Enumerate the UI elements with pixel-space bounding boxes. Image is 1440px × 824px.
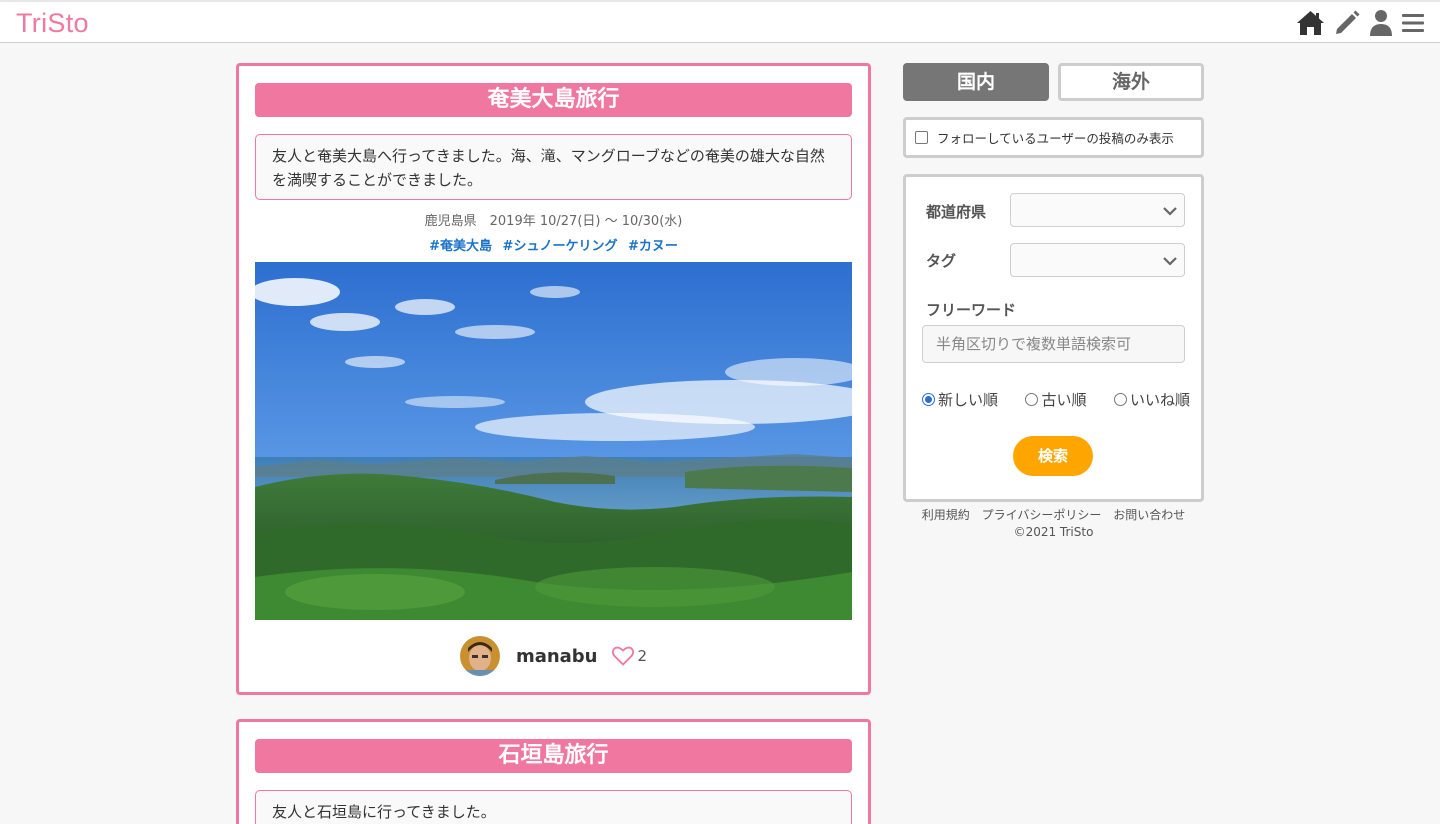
sort-label: いいね順 [1129,391,1190,409]
prefecture-select[interactable] [1010,193,1185,227]
privacy-link[interactable]: プライバシーポリシー [982,508,1102,522]
post-username[interactable]: manabu [516,646,598,667]
tab-domestic[interactable]: 国内 [903,63,1049,101]
home-icon[interactable] [1295,9,1325,37]
post-card[interactable]: 石垣島旅行 友人と石垣島に行ってきました。 [236,719,871,824]
sort-likes[interactable]: いいね順 [1113,389,1190,410]
prefecture-label: 都道府県 [926,203,987,221]
tag-link[interactable]: #カヌー [628,239,678,254]
post-description: 友人と石垣島に行ってきました。 [255,790,852,824]
menu-icon[interactable] [1398,9,1428,37]
radio-button[interactable] [1025,393,1039,406]
tag-select[interactable] [1010,243,1185,277]
sort-newest[interactable]: 新しい順 [922,389,998,410]
pencil-icon[interactable] [1332,9,1362,37]
freeword-input[interactable]: 半角区切りで複数単語検索可 [922,325,1185,363]
freeword-label: フリーワード [926,301,1017,319]
copyright: ©2021 TriSto [1013,525,1094,539]
sort-oldest[interactable]: 古い順 [1025,389,1087,410]
post-card[interactable]: 奄美大島旅行 友人と奄美大島へ行ってきました。海、滝、マングローブなどの奄美の雄… [236,63,871,695]
post-title[interactable]: 奄美大島旅行 [255,83,852,117]
search-panel: 都道府県 タグ フリーワード 半角区切りで複数単語検索可 新しい順 古い順 いい… [903,174,1204,502]
tag-link[interactable]: #奄美大島 [429,239,492,254]
tag-link[interactable]: #シュノーケリング [503,239,618,254]
like-count: 2 [637,647,648,665]
terms-link[interactable]: 利用規約 [922,508,970,522]
radio-button[interactable] [1113,393,1127,406]
tab-overseas[interactable]: 海外 [1058,63,1204,101]
top-navbar: TriSto [0,0,1440,43]
sort-options: 新しい順 古い順 いいね順 [922,389,1190,410]
chevron-down-icon [1163,207,1177,216]
chevron-down-icon [1163,257,1177,266]
radio-button[interactable] [922,393,935,406]
post-footer: manabu 2 [239,634,868,678]
post-title[interactable]: 石垣島旅行 [255,739,852,773]
footer-links: 利用規約 プライバシーポリシー お問い合わせ [903,506,1204,523]
contact-link[interactable]: お問い合わせ [1113,508,1185,522]
post-description: 友人と奄美大島へ行ってきました。海、滝、マングローブなどの奄美の雄大な自然を満喫… [255,134,852,200]
user-icon[interactable] [1366,9,1396,37]
sort-label: 新しい順 [938,391,999,409]
avatar[interactable] [459,636,500,676]
heart-icon[interactable] [611,646,634,666]
follow-only-checkbox[interactable] [915,131,928,144]
sort-label: 古い順 [1041,391,1087,409]
post-meta: 鹿児島県 2019年 10/27(日) 〜 10/30(水) [424,214,683,229]
follow-only-label: フォローしているユーザーの投稿のみ表示 [937,131,1174,146]
tag-label: タグ [926,252,957,270]
post-photo[interactable] [255,262,852,620]
post-tags: #奄美大島 #シュノーケリング #カヌー [255,235,852,254]
site-logo[interactable]: TriSto [16,8,89,39]
search-button[interactable]: 検索 [1013,436,1093,476]
follow-filter[interactable]: フォローしているユーザーの投稿のみ表示 [903,117,1204,158]
